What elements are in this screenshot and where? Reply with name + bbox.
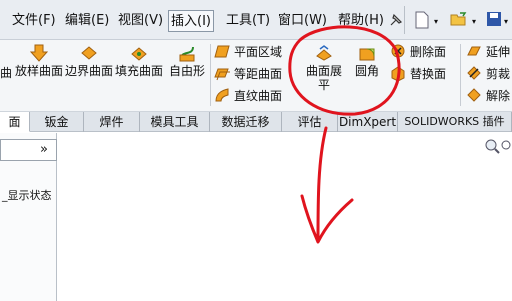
tab-dimxpert[interactable]: DimXpert [338,112,398,132]
ruled-surface-label: 直纹曲面 [234,89,283,103]
untrim-surface-button[interactable]: 解除 [466,86,510,106]
surface-flatten-label: 曲面展平 [305,64,342,92]
display-state-label: _显示状态 [2,189,52,202]
loft-surface-button[interactable]: 放样曲面 [14,44,64,78]
boundary-surface-icon [81,46,97,60]
untrim-surface-icon [467,88,481,102]
extend-surface-label: 延伸 [486,45,511,59]
untrim-surface-label: 解除 [486,89,511,103]
trim-surface-button[interactable]: 剪裁 [466,64,510,84]
ruled-surface-icon [215,88,229,102]
delete-face-button[interactable]: 删除面 [390,42,446,62]
freeform-button[interactable]: 自由形 [164,44,210,78]
replace-face-icon [391,66,405,81]
zoom-search-icon[interactable] [484,138,500,154]
tab-data-migration[interactable]: 数据迁移 [210,112,282,132]
freeform-icon [179,46,195,62]
annotation-arrow-shaft [316,126,328,242]
fillet-button[interactable]: 圆角 [350,44,384,78]
save-icon[interactable] [486,11,502,27]
open-folder-icon[interactable] [450,11,468,27]
boundary-surface-button[interactable]: 边界曲面 [64,44,114,78]
menu-window[interactable]: 窗口(W) [276,10,329,32]
ribbon-toolbar: 曲 放样曲面 边界曲面 填充曲面 自由形 平面区域 等距曲面 直纹曲面 曲面展平… [0,40,512,112]
chevron-down-icon[interactable]: ▾ [504,17,508,26]
planar-surface-button[interactable]: 平面区域 [214,42,282,62]
extend-surface-button[interactable]: 延伸 [466,42,510,62]
ribbon-separator [460,44,461,106]
offset-surface-icon [214,68,230,81]
menu-insert[interactable]: 插入(I) [168,10,214,32]
command-tabs: 面 钣金 焊件 模具工具 数据迁移 评估 DimXpert SOLIDWORKS… [0,112,512,132]
menu-tools[interactable]: 工具(T) [224,10,272,32]
menu-edit[interactable]: 编辑(E) [63,10,111,32]
loft-surface-label: 放样曲面 [14,64,63,78]
ruled-surface-button[interactable]: 直纹曲面 [214,86,282,106]
offset-surface-label: 等距曲面 [234,67,283,81]
menu-file[interactable]: 文件(F) [10,10,58,32]
new-document-icon[interactable] [414,11,430,29]
ribbon-separator [210,44,211,106]
fillet-label: 圆角 [354,64,379,78]
fill-surface-label: 填充曲面 [114,64,163,78]
replace-face-button[interactable]: 替换面 [390,64,446,84]
menu-view[interactable]: 视图(V) [116,10,165,32]
delete-face-icon [391,44,405,58]
pin-icon[interactable] [388,12,404,28]
tab-sheet-metal[interactable]: 钣金 [30,112,84,132]
chevron-down-icon[interactable]: ▾ [434,17,438,26]
feature-manager-panel: » _显示状态 [0,133,57,301]
loft-surface-icon [30,44,48,62]
extend-surface-icon [467,46,481,56]
tab-surfaces[interactable]: 面 [0,112,30,132]
zoom-area-icon[interactable] [500,138,512,154]
trim-surface-label: 剪裁 [486,67,511,81]
annotation-arrow-head [300,194,354,244]
fill-surface-icon [131,47,147,61]
collapse-panel-button[interactable]: » [40,139,56,161]
planar-surface-label: 平面区域 [234,45,283,59]
delete-face-label: 删除面 [410,45,447,59]
freeform-label: 自由形 [168,64,205,78]
offset-surface-button[interactable]: 等距曲面 [214,64,282,84]
replace-face-label: 替换面 [410,67,447,81]
surface-flatten-icon [316,45,332,61]
trim-surface-icon [467,66,481,80]
menu-help[interactable]: 帮助(H) [336,10,386,32]
menu-divider [404,6,405,34]
fillet-icon [359,48,375,61]
tab-mold-tools[interactable]: 模具工具 [140,112,210,132]
planar-surface-icon [214,45,230,58]
tab-solidworks-addins[interactable]: SOLIDWORKS 插件 [398,112,512,132]
ribbon-left-cut-label: 曲 [0,66,13,80]
boundary-surface-label: 边界曲面 [64,64,113,78]
tab-evaluate[interactable]: 评估 [282,112,338,132]
tab-weldments[interactable]: 焊件 [84,112,140,132]
menu-bar: 文件(F) 编辑(E) 视图(V) 插入(I) 工具(T) 窗口(W) 帮助(H… [0,0,512,40]
fill-surface-button[interactable]: 填充曲面 [114,44,164,78]
surface-flatten-button[interactable]: 曲面展平 [302,44,346,92]
chevron-down-icon[interactable]: ▾ [472,17,476,26]
